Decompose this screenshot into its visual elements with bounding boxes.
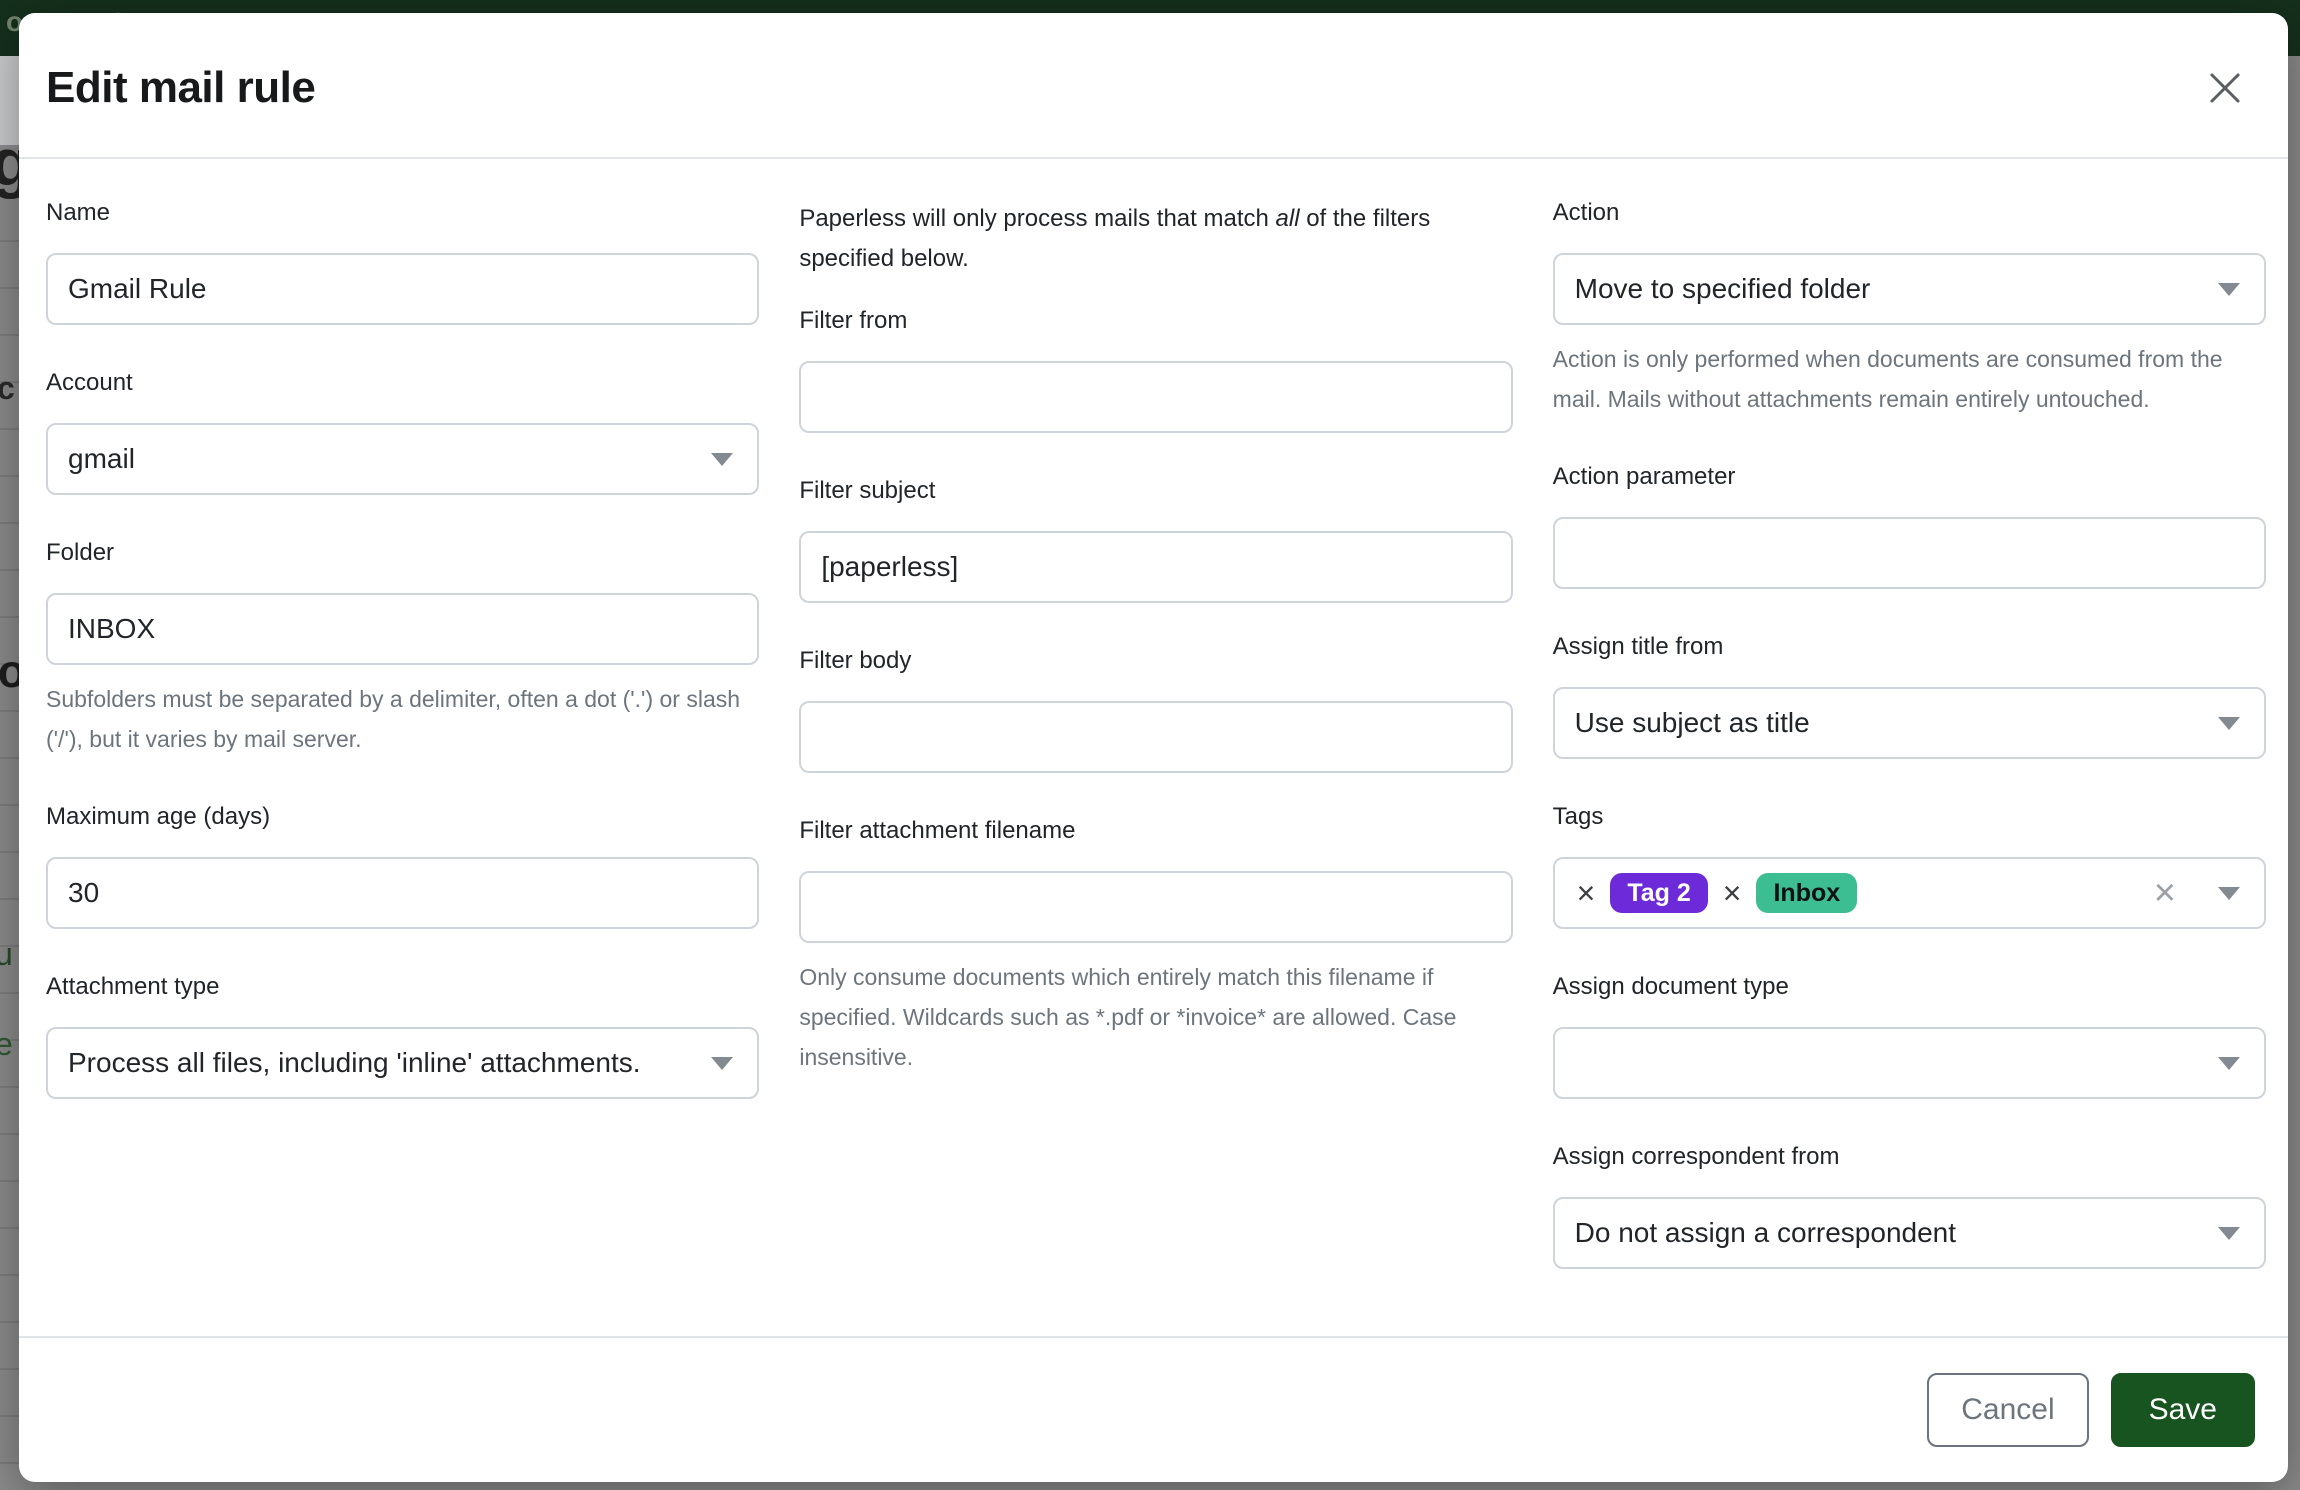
tags-select[interactable]: × Tag 2 × Inbox × [1553,857,2266,929]
filter-body-label: Filter body [799,647,1512,675]
assign-title-selected-value: Use subject as title [1575,707,1810,739]
filter-attachment-field: Filter attachment filename Only consume … [799,817,1512,1077]
filters-intro-emphasis: all [1276,205,1300,232]
chevron-down-icon [2218,283,2240,296]
close-icon [2206,69,2244,107]
assign-correspondent-label: Assign correspondent from [1553,1143,2266,1171]
page-text-fragment: c [0,370,15,407]
filter-attachment-label: Filter attachment filename [799,817,1512,845]
chevron-down-icon [2218,1227,2240,1240]
filter-from-input[interactable] [799,361,1512,433]
chevron-down-icon [711,1057,733,1070]
clear-tags-icon[interactable]: × [2154,874,2176,912]
column-general: Name Account gmail Folder Subfolders mus… [46,199,759,1313]
filter-body-input[interactable] [799,701,1512,773]
action-selected-value: Move to specified folder [1575,273,1871,305]
action-label: Action [1553,199,2266,227]
dialog-body: Name Account gmail Folder Subfolders mus… [19,159,2288,1313]
remove-tag-icon[interactable]: × [1723,877,1742,909]
page-text-fragment: g [0,148,19,200]
column-filters: Paperless will only process mails that m… [799,199,1512,1313]
assign-document-type-select[interactable] [1553,1027,2266,1099]
page-text-fragment: e [0,1026,13,1063]
page-text-fragment: u [0,936,13,973]
action-field: Action Move to specified folder Action i… [1553,199,2266,419]
tag-chip: Tag 2 [1610,873,1707,913]
edit-mail-rule-dialog: Edit mail rule Name Account gmail [19,13,2288,1482]
folder-label: Folder [46,539,759,567]
attachment-type-label: Attachment type [46,973,759,1001]
chevron-down-icon [2218,717,2240,730]
folder-field: Folder Subfolders must be separated by a… [46,539,759,759]
filter-subject-label: Filter subject [799,477,1512,505]
filter-attachment-help-text: Only consume documents which entirely ma… [799,957,1512,1077]
save-button[interactable]: Save [2111,1373,2255,1447]
filter-subject-input[interactable] [799,531,1512,603]
assign-title-field: Assign title from Use subject as title [1553,633,2266,759]
assign-title-select[interactable]: Use subject as title [1553,687,2266,759]
name-field: Name [46,199,759,325]
account-select[interactable]: gmail [46,423,759,495]
assign-correspondent-field: Assign correspondent from Do not assign … [1553,1143,2266,1269]
assign-correspondent-select[interactable]: Do not assign a correspondent [1553,1197,2266,1269]
filter-subject-field: Filter subject [799,477,1512,603]
column-actions: Action Move to specified folder Action i… [1553,199,2266,1313]
action-help-text: Action is only performed when documents … [1553,339,2266,419]
dialog-footer: Cancel Save [19,1336,2288,1482]
account-selected-value: gmail [68,443,135,475]
assign-correspondent-selected-value: Do not assign a correspondent [1575,1217,1956,1249]
max-age-field: Maximum age (days) [46,803,759,929]
action-parameter-label: Action parameter [1553,463,2266,491]
tag-chip: Inbox [1756,873,1857,913]
chevron-down-icon [2218,1057,2240,1070]
account-label: Account [46,369,759,397]
filter-from-label: Filter from [799,307,1512,335]
attachment-type-field: Attachment type Process all files, inclu… [46,973,759,1099]
name-label: Name [46,199,759,227]
action-parameter-field: Action parameter [1553,463,2266,589]
remove-tag-icon[interactable]: × [1577,877,1596,909]
page-text-fragment: lo [0,644,19,698]
dialog-title: Edit mail rule [46,63,315,113]
action-select[interactable]: Move to specified folder [1553,253,2266,325]
assign-title-label: Assign title from [1553,633,2266,661]
close-button[interactable] [2198,61,2252,115]
filter-from-field: Filter from [799,307,1512,433]
action-parameter-input[interactable] [1553,517,2266,589]
filter-body-field: Filter body [799,647,1512,773]
attachment-type-selected-value: Process all files, including 'inline' at… [68,1047,641,1079]
tags-select-controls: × [2154,874,2240,912]
filter-attachment-input[interactable] [799,871,1512,943]
name-input[interactable] [46,253,759,325]
tags-field: Tags × Tag 2 × Inbox × [1553,803,2266,929]
folder-input[interactable] [46,593,759,665]
assign-document-type-field: Assign document type [1553,973,2266,1099]
chevron-down-icon [711,453,733,466]
assign-document-type-label: Assign document type [1553,973,2266,1001]
filters-intro-text: Paperless will only process mails that m… [799,199,1512,279]
dialog-header: Edit mail rule [19,13,2288,159]
cancel-button[interactable]: Cancel [1927,1373,2088,1447]
max-age-label: Maximum age (days) [46,803,759,831]
attachment-type-select[interactable]: Process all files, including 'inline' at… [46,1027,759,1099]
chevron-down-icon [2218,887,2240,900]
tags-label: Tags [1553,803,2266,831]
folder-help-text: Subfolders must be separated by a delimi… [46,679,759,759]
backdrop-page-band [0,56,19,148]
account-field: Account gmail [46,369,759,495]
backdrop-page-strip: g c lo u e [0,148,19,1490]
max-age-input[interactable] [46,857,759,929]
